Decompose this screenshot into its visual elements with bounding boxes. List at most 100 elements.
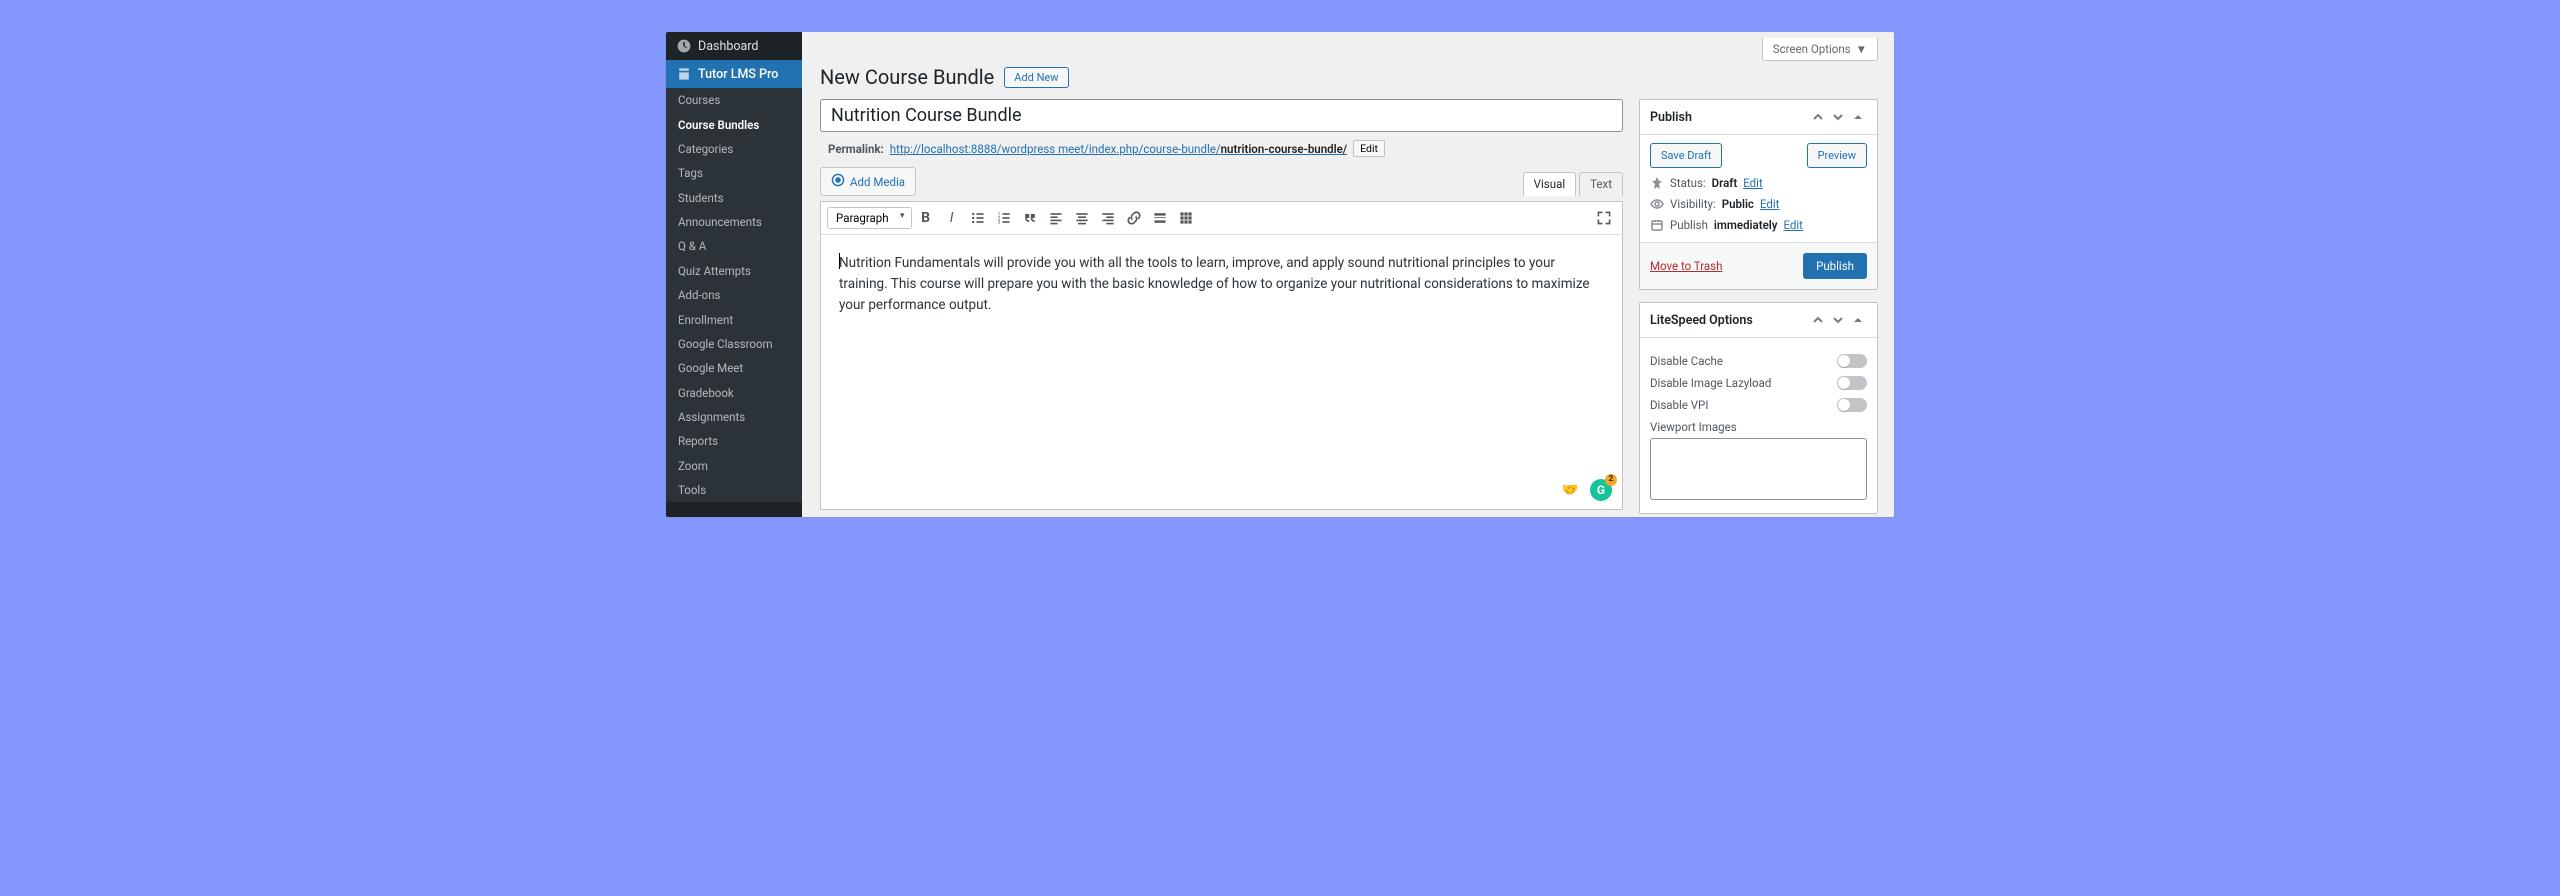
italic-icon[interactable]: I xyxy=(940,206,964,230)
status-value: Draft xyxy=(1712,176,1738,190)
sidebar-item-tools[interactable]: Tools xyxy=(666,478,802,502)
sidebar-item-addons[interactable]: Add-ons xyxy=(666,283,802,307)
chevron-up-icon[interactable] xyxy=(1809,311,1827,329)
screen-options-toggle[interactable]: Screen Options ▼ xyxy=(1762,38,1878,61)
litespeed-title: LiteSpeed Options xyxy=(1650,313,1753,328)
pin-icon xyxy=(1650,176,1664,190)
add-new-button[interactable]: Add New xyxy=(1004,67,1068,88)
sidebar-item-zoom[interactable]: Zoom xyxy=(666,454,802,478)
read-more-icon[interactable] xyxy=(1148,206,1172,230)
media-icon xyxy=(831,173,845,190)
metabox-header: Publish xyxy=(1640,100,1877,135)
viewport-images-textarea[interactable] xyxy=(1650,438,1867,500)
sidebar-item-course-bundles[interactable]: Course Bundles xyxy=(666,112,802,136)
svg-text:3: 3 xyxy=(997,220,1000,226)
metabox-column: Publish Save Draft Preview xyxy=(1639,99,1878,514)
lsc-option-row: Disable Image Lazyload xyxy=(1650,376,1867,390)
metabox-controls xyxy=(1809,311,1867,329)
align-left-icon[interactable] xyxy=(1044,206,1068,230)
chevron-down-icon[interactable] xyxy=(1829,108,1847,126)
visibility-edit-link[interactable]: Edit xyxy=(1760,197,1779,211)
permalink-slug: nutrition-course-bundle/ xyxy=(1221,142,1348,156)
chevron-up-icon[interactable] xyxy=(1809,108,1827,126)
save-draft-button[interactable]: Save Draft xyxy=(1650,143,1722,168)
align-right-icon[interactable] xyxy=(1096,206,1120,230)
publish-top-buttons: Save Draft Preview xyxy=(1650,143,1867,168)
fullscreen-icon[interactable] xyxy=(1592,206,1616,230)
sidebar-item-assignments[interactable]: Assignments xyxy=(666,405,802,429)
sidebar-item-courses[interactable]: Courses xyxy=(666,88,802,112)
caret-up-icon[interactable] xyxy=(1849,108,1867,126)
toolbar-toggle-icon[interactable] xyxy=(1174,206,1198,230)
tab-text[interactable]: Text xyxy=(1579,172,1623,196)
preview-button[interactable]: Preview xyxy=(1807,143,1867,168)
main-content: Screen Options ▼ New Course Bundle Add N… xyxy=(802,32,1894,517)
toggle-disable-vpi[interactable] xyxy=(1837,398,1867,412)
align-center-icon[interactable] xyxy=(1070,206,1094,230)
add-media-button[interactable]: Add Media xyxy=(820,167,916,196)
status-row: Status: Draft Edit xyxy=(1650,176,1867,190)
admin-sidebar: Dashboard Tutor LMS Pro Courses Course B… xyxy=(666,32,802,517)
content-columns: Permalink: http://localhost:8888/wordpre… xyxy=(820,99,1878,514)
content-editor[interactable]: Nutrition Fundamentals will provide you … xyxy=(820,235,1623,510)
sidebar-item-gradebook[interactable]: Gradebook xyxy=(666,381,802,405)
tutor-icon xyxy=(676,66,692,82)
caret-up-icon[interactable] xyxy=(1849,311,1867,329)
editor-corner-badges: 🤝 G xyxy=(1558,479,1612,501)
publish-schedule-value: immediately xyxy=(1714,218,1778,232)
dashboard-icon xyxy=(676,38,692,54)
lsc-option-row: Disable Cache xyxy=(1650,354,1867,368)
sidebar-item-qa[interactable]: Q & A xyxy=(666,234,802,258)
sidebar-item-tags[interactable]: Tags xyxy=(666,161,802,185)
chevron-down-icon[interactable] xyxy=(1829,311,1847,329)
publish-title: Publish xyxy=(1650,110,1692,125)
screen-options-label: Screen Options xyxy=(1773,42,1851,56)
schedule-row: Publish immediately Edit xyxy=(1650,218,1867,232)
litespeed-body: Disable Cache Disable Image Lazyload Dis… xyxy=(1640,338,1877,513)
sidebar-label: Dashboard xyxy=(698,39,758,54)
status-label: Status: xyxy=(1670,176,1706,190)
lsc-option-label: Disable VPI xyxy=(1650,398,1708,412)
schedule-edit-link[interactable]: Edit xyxy=(1783,218,1802,232)
metabox-header: LiteSpeed Options xyxy=(1640,303,1877,338)
bullet-list-icon[interactable] xyxy=(966,206,990,230)
sidebar-item-quiz-attempts[interactable]: Quiz Attempts xyxy=(666,259,802,283)
toggle-disable-cache[interactable] xyxy=(1837,354,1867,368)
bold-icon[interactable]: B xyxy=(914,206,938,230)
toggle-disable-lazyload[interactable] xyxy=(1837,376,1867,390)
status-edit-link[interactable]: Edit xyxy=(1743,176,1762,190)
numbered-list-icon[interactable]: 123 xyxy=(992,206,1016,230)
chevron-down-icon: ▼ xyxy=(1856,42,1867,56)
sidebar-item-categories[interactable]: Categories xyxy=(666,137,802,161)
move-to-trash-link[interactable]: Move to Trash xyxy=(1650,259,1722,273)
editor-column: Permalink: http://localhost:8888/wordpre… xyxy=(820,99,1623,514)
top-bar: Screen Options ▼ xyxy=(820,32,1878,61)
sidebar-item-tutor-lms[interactable]: Tutor LMS Pro xyxy=(666,60,802,88)
eye-icon xyxy=(1650,197,1664,211)
sidebar-item-reports[interactable]: Reports xyxy=(666,429,802,453)
publish-schedule-label: Publish xyxy=(1670,218,1708,232)
sidebar-item-announcements[interactable]: Announcements xyxy=(666,210,802,234)
sidebar-item-enrollment[interactable]: Enrollment xyxy=(666,307,802,331)
viewport-images-label: Viewport Images xyxy=(1650,420,1867,434)
tone-icon[interactable]: 🤝 xyxy=(1558,480,1582,500)
permalink-edit-button[interactable]: Edit xyxy=(1353,140,1385,157)
link-icon[interactable] xyxy=(1122,206,1146,230)
blockquote-icon[interactable] xyxy=(1018,206,1042,230)
sidebar-label: Tutor LMS Pro xyxy=(698,67,778,82)
lsc-option-label: Disable Image Lazyload xyxy=(1650,376,1771,390)
sidebar-item-dashboard[interactable]: Dashboard xyxy=(666,32,802,60)
publish-button[interactable]: Publish xyxy=(1803,253,1867,279)
permalink-base: http://localhost:8888/wordpress meet/ind… xyxy=(890,142,1221,156)
tab-visual[interactable]: Visual xyxy=(1523,172,1576,196)
sidebar-item-students[interactable]: Students xyxy=(666,186,802,210)
post-title-input[interactable] xyxy=(820,99,1623,132)
visibility-value: Public xyxy=(1722,197,1754,211)
heading-row: New Course Bundle Add New xyxy=(820,65,1878,89)
format-select[interactable]: Paragraph xyxy=(827,207,912,229)
permalink-row: Permalink: http://localhost:8888/wordpre… xyxy=(828,140,1623,157)
sidebar-item-google-classroom[interactable]: Google Classroom xyxy=(666,332,802,356)
permalink-link[interactable]: http://localhost:8888/wordpress meet/ind… xyxy=(890,142,1347,156)
sidebar-item-google-meet[interactable]: Google Meet xyxy=(666,356,802,380)
grammarly-icon[interactable]: G xyxy=(1590,479,1612,501)
